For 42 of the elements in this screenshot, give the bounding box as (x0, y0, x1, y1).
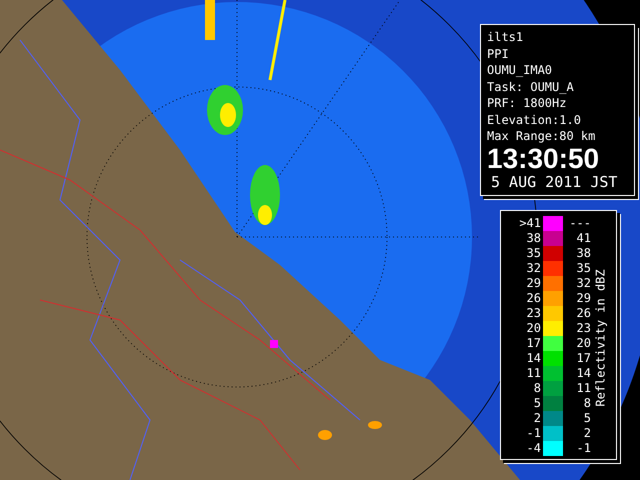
info-line: Task: OUMU_A (487, 78, 575, 95)
legend-low-label: >41 (518, 216, 541, 231)
legend-high-label: 35 (576, 261, 591, 276)
legend-title: Reflectivity in dBZ (593, 268, 609, 406)
legend-low-label: 26 (526, 291, 541, 306)
legend-high-label: 29 (576, 291, 591, 306)
legend-high-label: 26 (576, 306, 591, 321)
time-text: 13:30:50 (487, 144, 600, 172)
legend-high-label: --- (568, 216, 591, 231)
legend-low-label: 23 (526, 306, 541, 321)
info-line: PPI (487, 46, 510, 62)
legend-low-label: 5 (532, 396, 541, 411)
legend-low-label: 38 (526, 231, 541, 246)
date-text: 5 AUG 2011 JST (490, 172, 618, 190)
legend-low-label: 29 (526, 276, 541, 291)
legend-low-label: 2 (532, 411, 541, 426)
legend-high-label: 17 (576, 351, 591, 366)
legend-low-label: 35 (526, 246, 541, 261)
legend-high-label: 38 (576, 246, 591, 261)
legend-high-label: 5 (582, 411, 591, 426)
legend-high-label: 8 (582, 396, 591, 411)
info-line: PRF: 1800Hz (487, 95, 568, 112)
legend-low-label: 8 (532, 381, 541, 396)
legend-high-label: 41 (576, 231, 591, 246)
legend-high-label: 23 (576, 321, 591, 336)
info-line: Elevation:1.0 (487, 112, 582, 128)
legend-low-label: 17 (526, 336, 541, 351)
legend-high-label: 20 (576, 336, 591, 351)
legend-low-label: 32 (526, 261, 541, 276)
info-line: OUMU_IMA0 (487, 62, 554, 78)
legend-high-label: 2 (582, 426, 591, 441)
legend-low-label: 20 (526, 321, 541, 336)
legend-high-label: 11 (576, 381, 591, 396)
legend-low-label: 11 (526, 366, 541, 381)
info-line: ilts1 (487, 29, 524, 46)
legend-low-label: -1 (526, 426, 541, 441)
info-line: Max Range:80 km (487, 128, 596, 144)
legend-low-label: 14 (526, 351, 541, 366)
legend-high-label: 14 (576, 366, 591, 381)
legend-low-label: -4 (526, 441, 541, 456)
legend-high-label: -1 (576, 441, 591, 456)
legend-high-label: 32 (576, 276, 591, 291)
